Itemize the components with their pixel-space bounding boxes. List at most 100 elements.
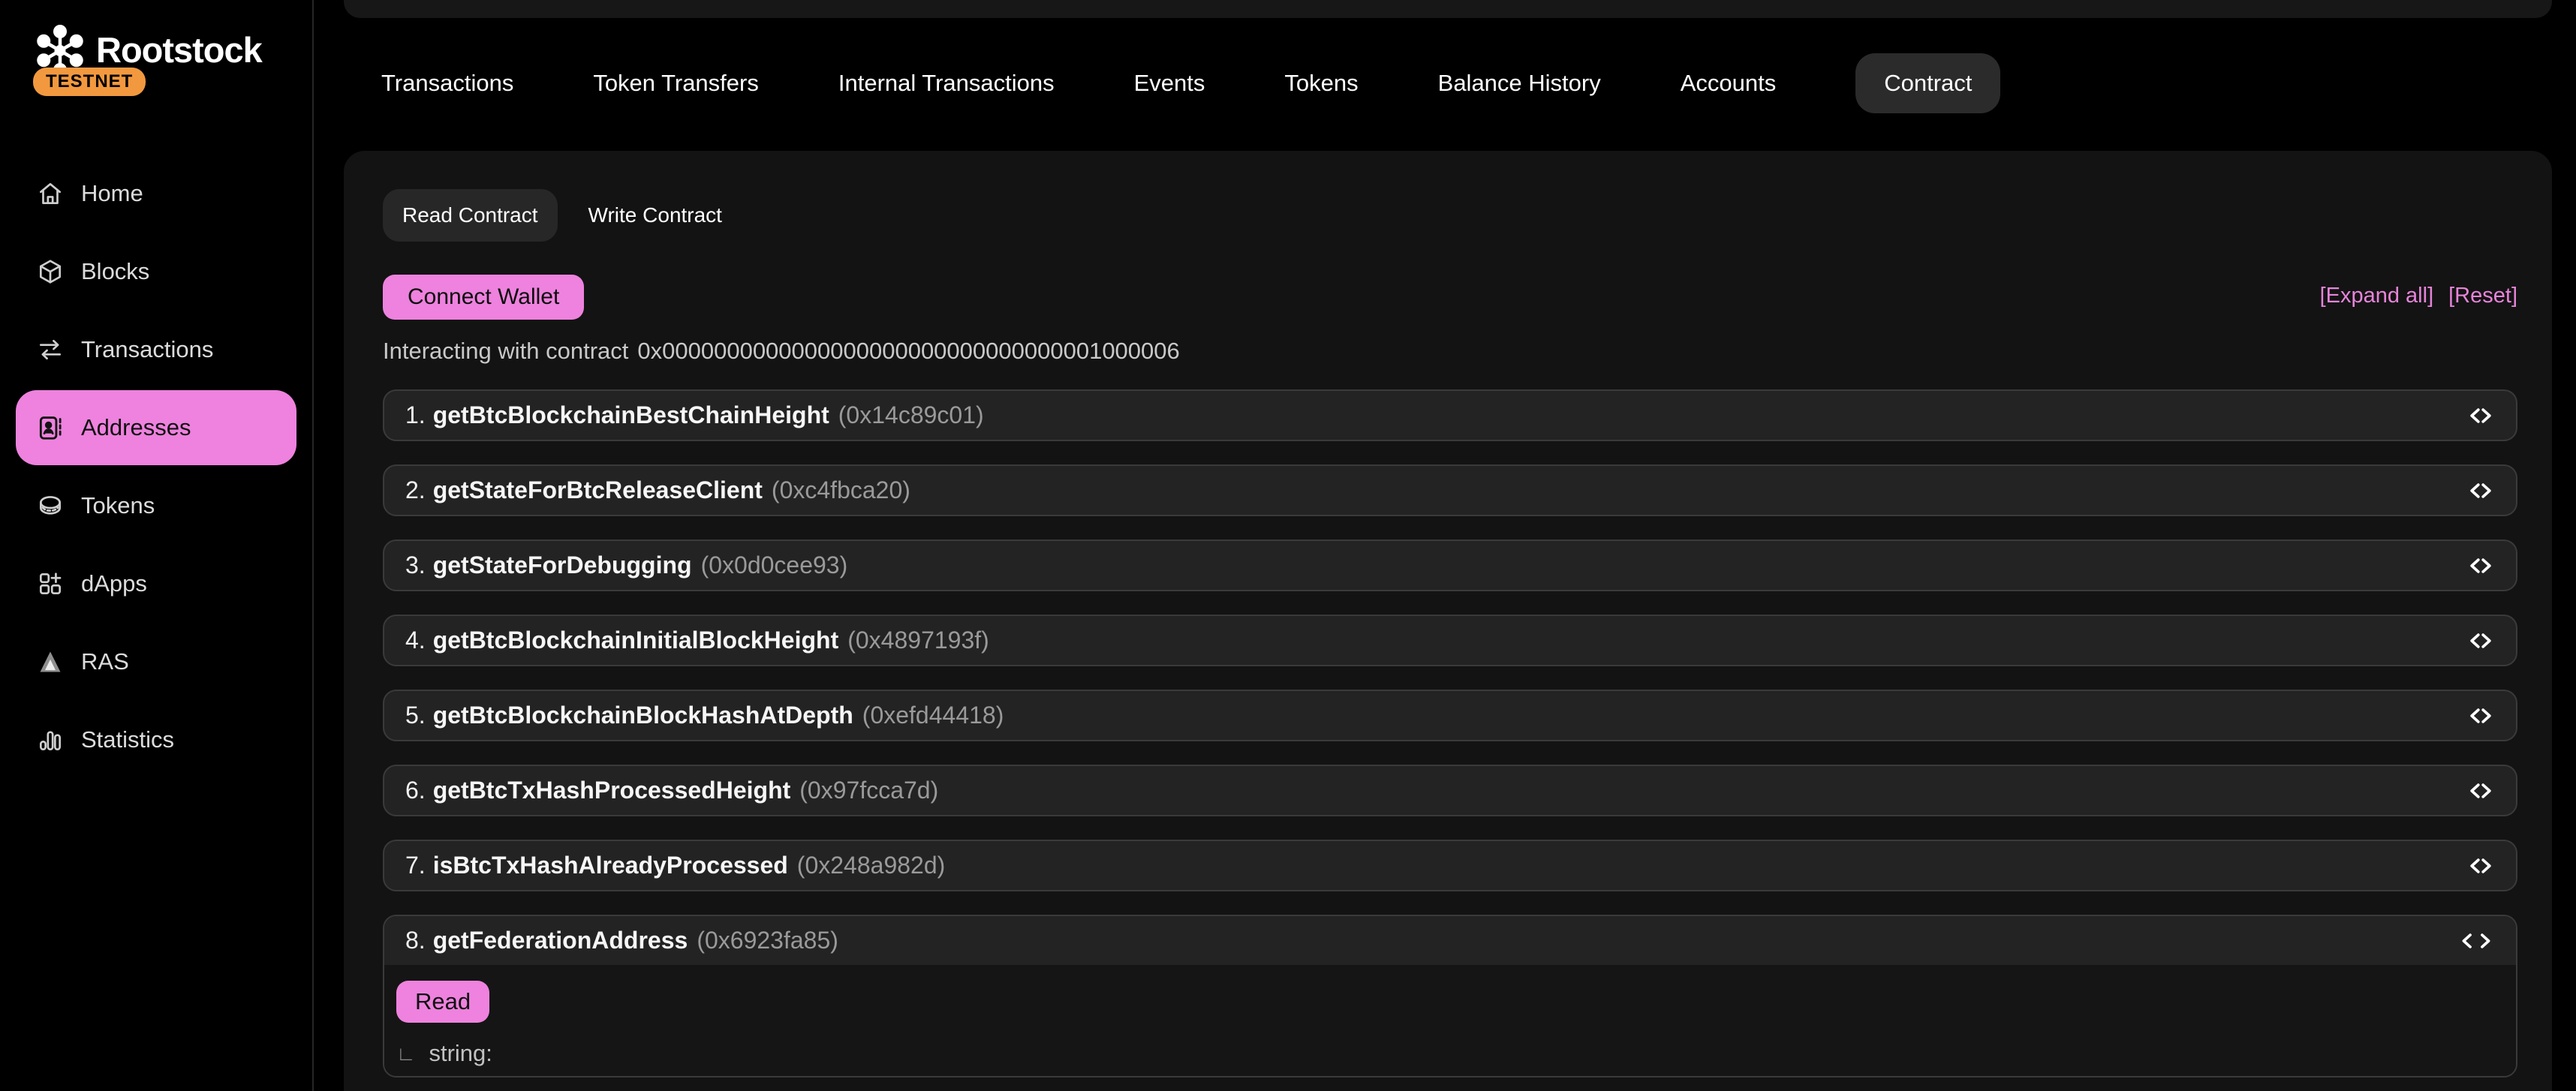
function-selector: (0xefd44418) [862,702,1004,729]
sidebar-item-label: Blocks [81,258,149,285]
function-label: 4. getBtcBlockchainInitialBlockHeight (0… [405,627,989,654]
function-name: isBtcTxHashAlreadyProcessed [433,852,788,879]
function-label: 3. getStateForDebugging (0x0d0cee93) [405,552,847,579]
function-name: getBtcTxHashProcessedHeight [433,777,791,804]
output-corner-symbol: ∟ [396,1042,415,1065]
contract-mode-tabs: Read Contract Write Contract [383,189,722,242]
function-row-8-expanded: 8. getFederationAddress (0x6923fa85) Rea… [383,915,2517,1077]
code-icon[interactable] [2466,777,2495,805]
sidebar-item-blocks[interactable]: Blocks [0,233,312,311]
function-selector: (0x97fcca7d) [799,777,938,804]
tokens-icon [36,491,65,520]
code-icon[interactable] [2466,702,2495,730]
function-name: getBtcBlockchainBestChainHeight [433,401,829,429]
function-label: 5. getBtcBlockchainBlockHashAtDepth (0xe… [405,702,1004,729]
interacting-line: Interacting with contract 0x000000000000… [383,338,1180,365]
function-selector: (0x4897193f) [847,627,989,654]
sidebar-item-ras[interactable]: RAS [0,623,312,701]
function-name: getBtcBlockchainBlockHashAtDepth [433,702,853,729]
function-row-3[interactable]: 3. getStateForDebugging (0x0d0cee93) [383,539,2517,591]
ras-icon [36,648,65,676]
function-selector: (0x14c89c01) [838,401,984,429]
function-read-section: Read ∟ string: [384,965,2516,1076]
sidebar-nav: Home Blocks Transactions Addresses [0,155,312,779]
function-row-4[interactable]: 4. getBtcBlockchainInitialBlockHeight (0… [383,615,2517,666]
sidebar-item-label: dApps [81,570,147,597]
sidebar-item-dapps[interactable]: dApps [0,545,312,623]
tab-tokens[interactable]: Tokens [1284,70,1358,97]
function-label: 8. getFederationAddress (0x6923fa85) [405,927,838,954]
function-index: 8. [405,927,426,954]
function-row-5[interactable]: 5. getBtcBlockchainBlockHashAtDepth (0xe… [383,690,2517,741]
testnet-badge: TESTNET [33,68,146,96]
sidebar: Rootstock TESTNET Home Blocks Transactio… [0,0,314,1091]
function-index: 3. [405,552,426,579]
function-row-2[interactable]: 2. getStateForBtcReleaseClient (0xc4fbca… [383,464,2517,516]
reset-link[interactable]: [Reset] [2448,284,2517,308]
function-name: getStateForDebugging [433,552,692,579]
function-index: 5. [405,702,426,729]
function-label: 2. getStateForBtcReleaseClient (0xc4fbca… [405,476,910,504]
interacting-label: Interacting with contract [383,338,628,365]
code-icon[interactable] [2466,476,2495,505]
function-name: getFederationAddress [433,927,688,954]
code-icon[interactable] [2466,552,2495,580]
function-label: 6. getBtcTxHashProcessedHeight (0x97fcca… [405,777,938,804]
function-row-7[interactable]: 7. isBtcTxHashAlreadyProcessed (0x248a98… [383,840,2517,891]
function-selector: (0x248a982d) [797,852,945,879]
addresses-icon [36,413,65,442]
sidebar-item-label: Statistics [81,726,174,753]
sidebar-item-label: Transactions [81,336,213,363]
sidebar-item-home[interactable]: Home [0,155,312,233]
output-type-label: string: [429,1040,492,1067]
sidebar-item-statistics[interactable]: Statistics [0,701,312,779]
function-row-6[interactable]: 6. getBtcTxHashProcessedHeight (0x97fcca… [383,765,2517,816]
function-row-1[interactable]: 1. getBtcBlockchainBestChainHeight (0x14… [383,389,2517,441]
tab-accounts[interactable]: Accounts [1681,70,1777,97]
function-selector: (0x6923fa85) [697,927,838,954]
statistics-icon [36,726,65,754]
transactions-icon [36,335,65,364]
function-label: 1. getBtcBlockchainBestChainHeight (0x14… [405,401,984,429]
tab-balance-history[interactable]: Balance History [1438,70,1601,97]
function-index: 1. [405,401,426,429]
function-selector: (0xc4fbca20) [772,476,910,504]
tab-internal-transactions[interactable]: Internal Transactions [838,70,1055,97]
function-list: 1. getBtcBlockchainBestChainHeight (0x14… [383,389,2517,1077]
code-icon-expanded[interactable] [2457,927,2495,955]
output-line: ∟ string: [396,1040,492,1067]
tab-read-contract[interactable]: Read Contract [383,189,558,242]
code-icon[interactable] [2466,401,2495,430]
read-button[interactable]: Read [396,981,489,1023]
connect-wallet-button[interactable]: Connect Wallet [383,275,584,320]
dapps-icon [36,570,65,598]
sidebar-item-label: RAS [81,648,129,675]
header-bottom-strip [344,0,2552,18]
expand-all-link[interactable]: [Expand all] [2320,284,2434,308]
contract-address: 0x00000000000000000000000000000000010000… [637,338,1179,365]
sidebar-item-tokens[interactable]: Tokens [0,467,312,545]
sidebar-item-transactions[interactable]: Transactions [0,311,312,389]
function-selector: (0x0d0cee93) [701,552,848,579]
sidebar-item-addresses[interactable]: Addresses [16,390,296,465]
function-row-8[interactable]: 8. getFederationAddress (0x6923fa85) [384,916,2516,965]
blocks-icon [36,257,65,286]
function-index: 2. [405,476,426,504]
tab-write-contract[interactable]: Write Contract [588,203,722,227]
tab-transactions[interactable]: Transactions [381,70,513,97]
tab-events[interactable]: Events [1134,70,1205,97]
brand-name: Rootstock [96,29,262,71]
tab-token-transfers[interactable]: Token Transfers [593,70,759,97]
sidebar-item-label: Home [81,180,143,207]
code-icon[interactable] [2466,627,2495,655]
home-icon [36,179,65,208]
function-name: getStateForBtcReleaseClient [433,476,763,504]
function-name: getBtcBlockchainInitialBlockHeight [433,627,839,654]
function-index: 6. [405,777,426,804]
function-label: 7. isBtcTxHashAlreadyProcessed (0x248a98… [405,852,945,879]
tab-contract[interactable]: Contract [1855,53,2000,113]
sidebar-item-label: Tokens [81,492,155,519]
contract-panel: Read Contract Write Contract Connect Wal… [344,151,2552,1091]
list-controls: [Expand all] [Reset] [2320,284,2517,308]
code-icon[interactable] [2466,852,2495,880]
